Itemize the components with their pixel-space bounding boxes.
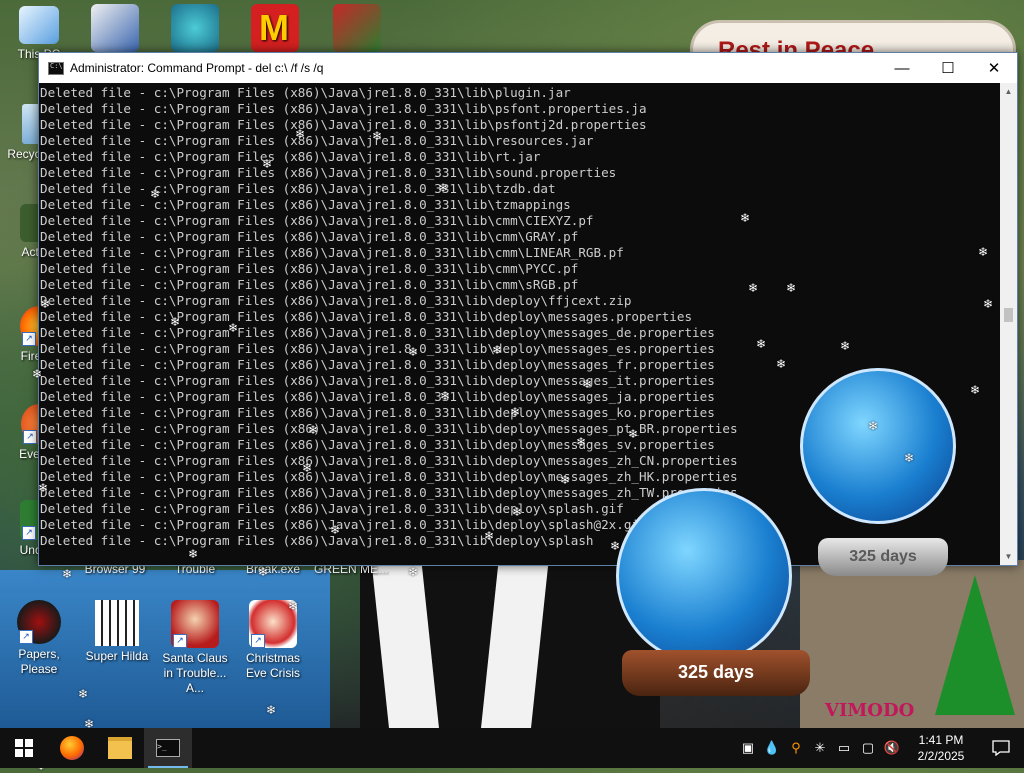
desktop-icon-super-hilda[interactable]: Super Hilda — [78, 600, 156, 664]
snow-globe-large — [800, 368, 956, 524]
console-line: Deleted file - c:\Program Files (x86)\Ja… — [40, 229, 579, 244]
system-tray: ▣ 💧 ⚲ ✳ ▭ ▢ 🔇 1:41 PM 2/2/2025 — [736, 728, 1024, 768]
desktop-icon-top-1[interactable] — [76, 4, 154, 55]
minimize-button[interactable]: — — [879, 53, 925, 83]
scroll-down-icon[interactable]: ▼ — [1000, 548, 1017, 565]
pixel-character-icon — [95, 600, 139, 646]
console-line: Deleted file - c:\Program Files (x86)\Ja… — [40, 197, 571, 212]
console-line: Deleted file - c:\Program Files (x86)\Ja… — [40, 277, 579, 292]
globe-days-label: 325 days — [677, 662, 755, 682]
console-line: Deleted file - c:\Program Files (x86)\Ja… — [40, 213, 594, 228]
snowflake-tray-icon[interactable]: ✳ — [808, 728, 832, 768]
desktop-icon-top-3[interactable]: M — [236, 4, 314, 55]
console-line: Deleted file - c:\Program Files (x86)\Ja… — [40, 341, 715, 356]
shortcut-arrow-icon: ↗ — [173, 634, 187, 648]
start-button[interactable] — [0, 728, 48, 768]
desktop-icon-label: Papers, Please — [18, 647, 60, 676]
clock-time: 1:41 PM — [918, 733, 964, 747]
suit-lapel-left — [370, 555, 440, 730]
console-line: Deleted file - c:\Program Files (x86)\Ja… — [40, 101, 647, 116]
firefox-icon — [60, 736, 84, 760]
console-line: Deleted file - c:\Program Files (x86)\Ja… — [40, 165, 617, 180]
app-tray-icon[interactable]: ▣ — [736, 728, 760, 768]
console-line: Deleted file - c:\Program Files (x86)\Ja… — [40, 133, 594, 148]
window-title: Administrator: Command Prompt - del c:\ … — [70, 61, 324, 75]
console-line: Deleted file - c:\Program Files (x86)\Ja… — [40, 117, 647, 132]
shortcut-arrow-icon: ↗ — [22, 332, 36, 346]
vimodo-logo: VIMODO — [825, 700, 915, 721]
water-drop-icon[interactable]: 💧 — [760, 728, 784, 768]
taskbar-command-prompt[interactable]: >_ — [144, 728, 192, 768]
desktop-icon-top-2[interactable] — [156, 4, 234, 55]
clock[interactable]: 1:41 PM 2/2/2025 — [904, 732, 978, 764]
windows-logo-icon — [15, 739, 33, 757]
console-line: Deleted file - c:\Program Files (x86)\Ja… — [40, 149, 541, 164]
console-line: Deleted file - c:\Program Files (x86)\Ja… — [40, 325, 715, 340]
cmd-icon: >_ — [156, 739, 180, 757]
window-titlebar[interactable]: Administrator: Command Prompt - del c:\ … — [39, 53, 1017, 83]
notifications-icon[interactable] — [978, 728, 1024, 768]
taskbar-file-explorer[interactable] — [96, 728, 144, 768]
display-icon[interactable]: ▢ — [856, 728, 880, 768]
shortcut-arrow-icon: ↗ — [19, 630, 33, 644]
desktop-icon-label: Super Hilda — [85, 649, 149, 663]
desktop-icon-label: Santa Claus in Trouble... A... — [162, 651, 228, 695]
cmd-icon — [48, 61, 64, 75]
app-icon — [91, 4, 139, 52]
folder-icon — [108, 737, 132, 759]
desktop-icon-santa-claus-trouble[interactable]: ↗ Santa Claus in Trouble... A... — [156, 600, 234, 696]
desktop-icon-christmas-eve-crisis[interactable]: ↗ Christmas Eve Crisis — [234, 600, 312, 681]
console-line: Deleted file - c:\Program Files (x86)\Ja… — [40, 85, 571, 100]
network-icon[interactable]: ▭ — [832, 728, 856, 768]
papers-please-icon: ↗ — [17, 600, 61, 644]
clock-date: 2/2/2025 — [917, 749, 965, 763]
console-line: Deleted file - c:\Program Files (x86)\Ja… — [40, 261, 579, 276]
globe-base-snowman: 325 days — [622, 650, 810, 696]
taskbar-firefox[interactable] — [48, 728, 96, 768]
santa-icon: ↗ — [249, 600, 297, 648]
window-controls: — ☐ ✕ — [879, 53, 1017, 83]
santa-icon: ↗ — [171, 600, 219, 648]
scrollbar-thumb[interactable] — [1004, 308, 1013, 322]
console-line: Deleted file - c:\Program Files (x86)\Ja… — [40, 245, 624, 260]
close-button[interactable]: ✕ — [971, 53, 1017, 83]
globe-days-label: 325 days — [849, 548, 917, 565]
christmas-tree — [935, 575, 1015, 715]
suit-lapel-right — [480, 555, 550, 730]
console-line: Deleted file - c:\Program Files (x86)\Ja… — [40, 293, 632, 308]
computer-icon — [19, 6, 59, 44]
console-line: Deleted file - c:\Program Files (x86)\Ja… — [40, 309, 693, 324]
shortcut-arrow-icon: ↗ — [23, 430, 37, 444]
taskbar: >_ ▣ 💧 ⚲ ✳ ▭ ▢ 🔇 1:41 PM 2/2/2025 — [0, 728, 1024, 768]
console-line: Deleted file - c:\Program Files (x86)\Ja… — [40, 181, 556, 196]
shortcut-arrow-icon: ↗ — [22, 526, 36, 540]
desktop-icon-top-4[interactable] — [318, 4, 396, 55]
scroll-up-icon[interactable]: ▲ — [1000, 83, 1017, 100]
mcdonalds-icon: M — [251, 4, 299, 52]
globe-base-large: 325 days — [818, 538, 948, 576]
desktop-icon-papers-please[interactable]: ↗ Papers, Please — [0, 600, 78, 677]
christmas-icon — [333, 4, 381, 52]
vertical-scrollbar[interactable]: ▲ ▼ — [1000, 83, 1017, 565]
character-icon — [171, 4, 219, 52]
volume-muted-icon[interactable]: 🔇 — [880, 728, 904, 768]
search-app-icon[interactable]: ⚲ — [784, 728, 808, 768]
maximize-button[interactable]: ☐ — [925, 53, 971, 83]
desktop-icon-label: Christmas Eve Crisis — [245, 651, 300, 680]
wallpaper-suit — [360, 555, 660, 730]
snow-globe-snowman — [616, 488, 792, 664]
shortcut-arrow-icon: ↗ — [251, 634, 265, 648]
